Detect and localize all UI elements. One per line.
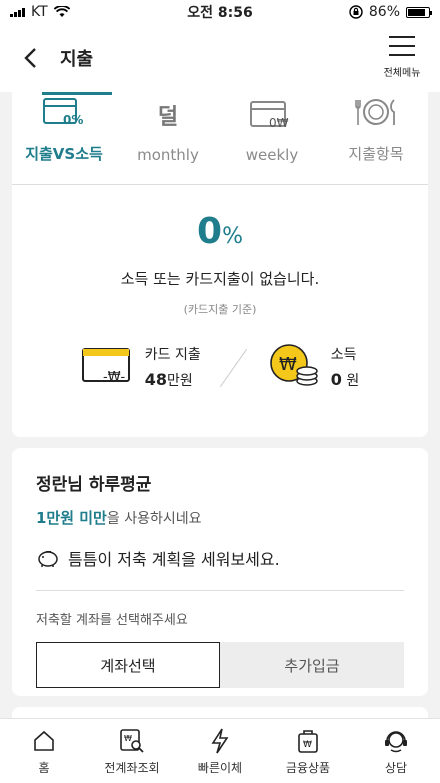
svg-text:₩: ₩ <box>124 734 132 743</box>
app-header: 지출 전체메뉴 <box>0 24 440 92</box>
active-tab-indicator <box>42 92 112 95</box>
tab-label: monthly <box>137 146 199 164</box>
daily-amount-line: 1만원 미만을 사용하시네요 <box>36 509 202 527</box>
page-title: 지출 <box>60 49 94 70</box>
card-percent-icon: 0% <box>42 95 86 129</box>
card-expense-unit: 만원 <box>167 373 193 389</box>
hamburger-icon <box>389 36 415 56</box>
status-time: 오전 8:56 <box>187 5 253 21</box>
income-label: 소득 <box>330 347 357 363</box>
tab-monthly[interactable]: 덜 monthly <box>116 92 220 184</box>
expense-income-ratio: 0% <box>197 211 243 252</box>
card-won-icon: 0₩ <box>249 98 295 132</box>
status-bar: KT 오전 8:56 86% <box>0 0 440 24</box>
daily-average-card: 정란님 하루평균 1만원 미만을 사용하시네요 틈틈이 저축 계획을 세워보세요… <box>12 448 428 696</box>
full-menu-button[interactable]: 전체메뉴 <box>372 36 432 79</box>
svg-text:0₩: 0₩ <box>269 116 289 130</box>
income-amount: 0 <box>330 370 342 389</box>
yellow-card-icon: -₩- <box>81 348 130 385</box>
saving-tip-text: 틈틈이 저축 계획을 세워보세요. <box>68 550 280 569</box>
income-stat: ₩ 소득 0 원 <box>267 343 359 391</box>
signal-icon <box>10 7 25 17</box>
card-expense-stat: -₩- 카드 지출 48만원 <box>81 344 201 390</box>
button-row: 계좌선택 추가입금 <box>36 642 404 688</box>
home-icon <box>32 727 56 755</box>
full-menu-label: 전체메뉴 <box>383 68 421 79</box>
daily-amount: 1만원 미만 <box>36 509 107 527</box>
card-expense-label: 카드 지출 <box>144 347 201 363</box>
tab-label: 지출VS소득 <box>25 145 103 163</box>
divider <box>219 347 249 387</box>
add-deposit-button[interactable]: 추가입금 <box>220 642 404 688</box>
summary-basis: (카드지출 기준) <box>183 303 257 316</box>
nav-all-accounts[interactable]: ₩ 전계좌조회 <box>88 719 176 783</box>
nav-financial-products[interactable]: ₩ 금융상품 <box>264 719 352 783</box>
coin-won-icon: ₩ <box>269 344 318 386</box>
tab-expense-items[interactable]: 지출항목 <box>324 92 428 184</box>
svg-text:₩: ₩ <box>279 354 297 375</box>
tab-bar: 0% 지출VS소득 덜 monthly 0₩ weekly 지출항목 <box>12 92 428 185</box>
tab-expense-vs-income[interactable]: 0% 지출VS소득 <box>12 92 116 184</box>
tab-label: 지출항목 <box>348 145 404 163</box>
lightning-icon <box>210 727 230 755</box>
account-search-icon: ₩ <box>119 727 145 755</box>
carrier-label: KT <box>31 4 48 20</box>
svg-text:0%: 0% <box>63 113 83 127</box>
chevron-left-icon <box>24 48 36 68</box>
fork-plate-knife-icon <box>354 95 398 129</box>
tab-weekly[interactable]: 0₩ weekly <box>220 92 324 184</box>
svg-text:-₩-: -₩- <box>103 370 126 385</box>
wifi-icon <box>53 6 70 17</box>
select-account-button[interactable]: 계좌선택 <box>36 642 220 688</box>
back-button[interactable] <box>0 24 60 92</box>
nav-quick-transfer[interactable]: 빠른이체 <box>176 719 264 783</box>
saving-tip: 틈틈이 저축 계획을 세워보세요. <box>36 546 404 570</box>
nav-consult[interactable]: 상담 <box>352 719 440 783</box>
piggy-bank-icon <box>38 551 58 567</box>
product-bag-icon: ₩ <box>296 727 320 755</box>
tab-label: weekly <box>245 146 299 164</box>
battery-percent: 86% <box>368 4 400 20</box>
divider <box>36 590 404 591</box>
headset-icon <box>383 727 409 755</box>
summary-message: 소득 또는 카드지출이 없습니다. <box>120 270 320 288</box>
daily-title: 정란님 하루평균 <box>36 475 152 495</box>
nav-home[interactable]: 홈 <box>0 719 88 783</box>
spending-summary-card: 0% 지출VS소득 덜 monthly 0₩ weekly 지출항목 0% 소득… <box>12 92 428 437</box>
stats-row: -₩- 카드 지출 48만원 ₩ 소득 0 원 <box>12 343 428 391</box>
battery-icon <box>406 6 432 18</box>
choose-account-prompt: 저축할 계좌를 선택해주세요 <box>36 613 188 628</box>
rotation-lock-icon <box>349 5 363 19</box>
calendar-month-icon: 덜 <box>157 105 179 130</box>
card-expense-amount: 48 <box>144 370 168 389</box>
svg-text:₩: ₩ <box>303 740 312 750</box>
bottom-nav: 홈 ₩ 전계좌조회 빠른이체 ₩ 금융상품 상담 <box>0 718 440 783</box>
income-unit: 원 <box>346 373 360 389</box>
